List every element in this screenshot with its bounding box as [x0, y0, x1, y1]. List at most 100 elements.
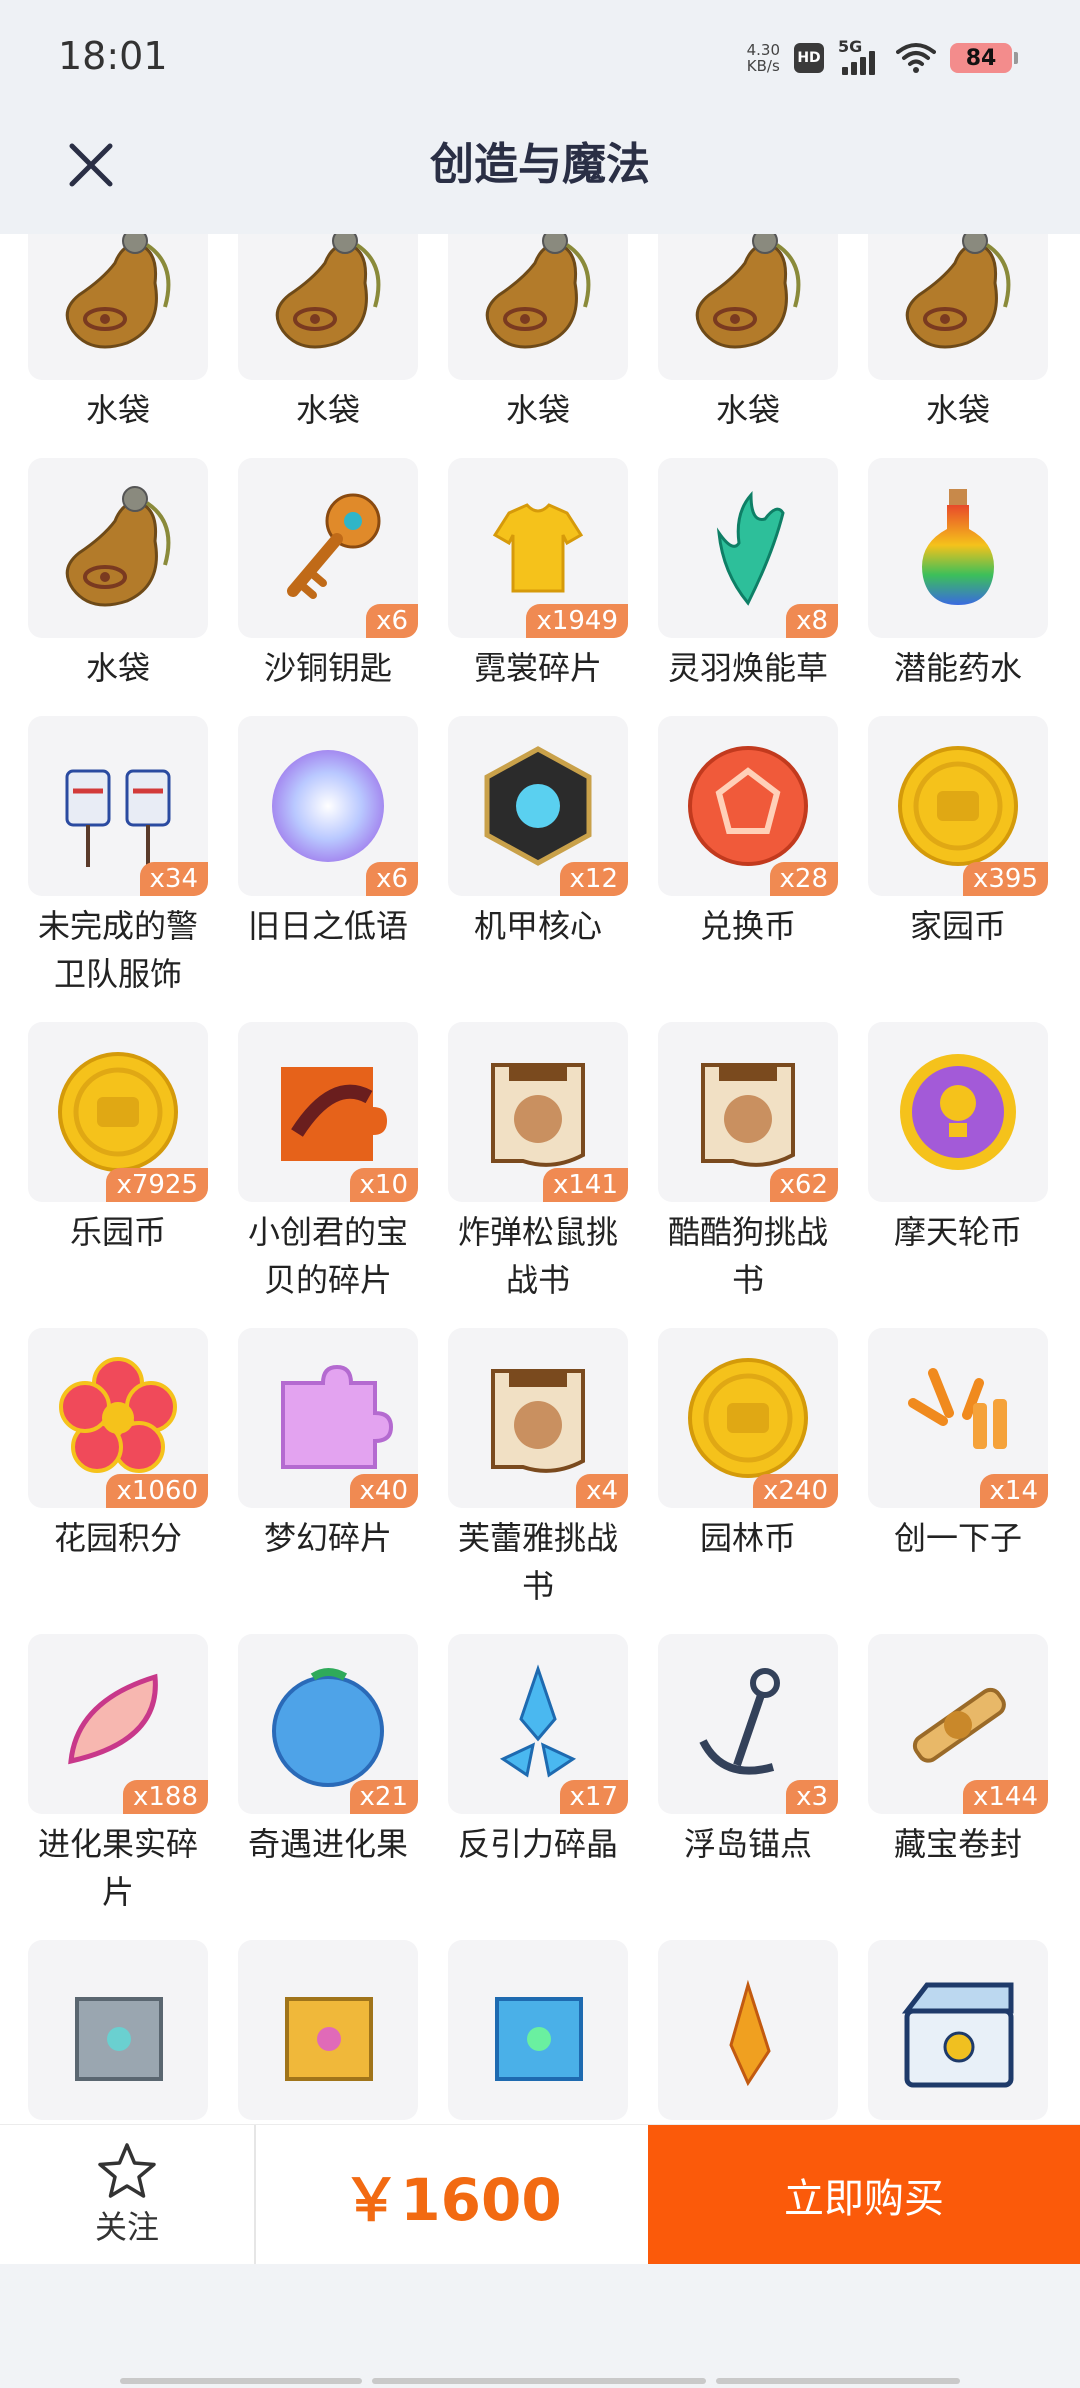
mech-core-icon [484, 746, 592, 866]
battery-icon: 84 [950, 43, 1018, 73]
item-quantity-badge: x144 [962, 1780, 1048, 1814]
nav-indicator [120, 2378, 362, 2384]
item-quantity-badge: x7925 [106, 1168, 208, 1202]
item-cell[interactable]: x8 灵羽焕能草 [658, 458, 838, 692]
item-tile: x6 [238, 716, 418, 896]
blue-fruit-icon [272, 1668, 384, 1787]
item-quantity-badge: x6 [366, 862, 418, 896]
gold-coin-icon [898, 746, 1018, 866]
item-tile [868, 234, 1048, 380]
item-cell[interactable]: x14 创一下子 [868, 1328, 1048, 1610]
item-cell[interactable]: 水袋 [238, 234, 418, 434]
item-name: 水袋 [505, 391, 570, 429]
status-bar: 18:01 4.30 KB/s HD 5G 84 [0, 0, 1080, 110]
outfit-icon [65, 769, 171, 867]
item-cell[interactable]: x7925 乐园币 [28, 1022, 208, 1304]
buy-now-button[interactable]: 立即购买 [648, 2125, 1080, 2265]
item-tile [658, 1940, 838, 2120]
item-tile: x144 [868, 1634, 1048, 1814]
page-title: 创造与魔法 [430, 139, 650, 190]
item-cell[interactable]: x6 旧日之低语 [238, 716, 418, 998]
item-quantity-badge: x17 [559, 1780, 628, 1814]
item-cell[interactable]: x28 兑换币 [658, 716, 838, 998]
item-quantity-badge: x12 [559, 862, 628, 896]
item-tile: x17 [448, 1634, 628, 1814]
item-name: 浮岛锚点 [683, 1825, 812, 1863]
status-icons: 4.30 KB/s HD 5G 84 [747, 36, 1018, 80]
item-cell[interactable]: x1060 花园积分 [28, 1328, 208, 1610]
item-cell[interactable]: 水袋 [868, 234, 1048, 434]
item-name: 园林币 [699, 1519, 796, 1557]
item-tile: x4 [448, 1328, 628, 1508]
item-cell[interactable]: 水袋 [28, 458, 208, 692]
item-name: 反引力碎晶 [457, 1825, 618, 1863]
water-bag-icon [695, 234, 801, 349]
item-cell[interactable]: x12 机甲核心 [448, 716, 628, 998]
item-tile: x240 [658, 1328, 838, 1508]
puzzle-art-icon [281, 1067, 387, 1161]
item-name: 兑换币 [699, 907, 796, 945]
gold-coin-icon [58, 1052, 178, 1172]
net-speed-value: 4.30 [746, 41, 780, 59]
item-tile [238, 1940, 418, 2120]
item-cell[interactable]: x17 反引力碎晶 [448, 1634, 628, 1916]
item-cell[interactable]: x1949 霓裳碎片 [448, 458, 628, 692]
item-name: 机甲核心 [473, 907, 602, 945]
item-cell[interactable]: 水袋 [448, 234, 628, 434]
item-cell[interactable] [238, 1940, 418, 2124]
item-name: 水袋 [715, 391, 780, 429]
item-tile [448, 234, 628, 380]
chest-icon [901, 1982, 1014, 2088]
item-grid: 水袋 水袋 水袋 水袋 水袋 水袋 x6 沙铜钥匙 x1949 霓裳碎片 x8 灵羽焕能草… [28, 234, 1052, 2124]
fruit-slice-icon [68, 1673, 158, 1765]
item-cell[interactable]: 摩天轮币 [868, 1022, 1048, 1304]
item-quantity-badge: x6 [366, 604, 418, 638]
item-tile: x1060 [28, 1328, 208, 1508]
orb-icon [272, 750, 384, 862]
item-cell[interactable]: x395 家园币 [868, 716, 1048, 998]
item-tile: x14 [868, 1328, 1048, 1508]
item-name: 家园币 [909, 907, 1006, 945]
signal-label: 5G [838, 37, 863, 56]
item-tile: x395 [868, 716, 1048, 896]
item-cell[interactable] [868, 1940, 1048, 2124]
item-quantity-badge: x4 [576, 1474, 628, 1508]
item-cell[interactable]: x21 奇遇进化果 [238, 1634, 418, 1916]
item-cell[interactable]: x144 藏宝卷封 [868, 1634, 1048, 1916]
item-grid-scroll[interactable]: 水袋 水袋 水袋 水袋 水袋 水袋 x6 沙铜钥匙 x1949 霓裳碎片 x8 灵羽焕能草… [0, 234, 1080, 2124]
wanted-scroll-icon [491, 1369, 585, 1473]
item-cell[interactable]: x4 芙蕾雅挑战书 [448, 1328, 628, 1610]
item-cell[interactable]: x141 炸弹松鼠挑战书 [448, 1022, 628, 1304]
item-cell[interactable] [28, 1940, 208, 2124]
item-quantity-badge: x188 [122, 1780, 208, 1814]
item-name: 水袋 [85, 391, 150, 429]
item-cell[interactable]: x3 浮岛锚点 [658, 1634, 838, 1916]
puzzle-pink-icon [281, 1364, 394, 1469]
item-cell[interactable]: x34 未完成的警卫队服饰 [28, 716, 208, 998]
item-tile: x10 [238, 1022, 418, 1202]
item-tile [28, 1940, 208, 2120]
water-bag-icon [65, 234, 171, 349]
item-cell[interactable]: x10 小创君的宝贝的碎片 [238, 1022, 418, 1304]
item-cell[interactable]: x62 酷酷狗挑战书 [658, 1022, 838, 1304]
item-cell[interactable]: x188 进化果实碎片 [28, 1634, 208, 1916]
item-tile [868, 1022, 1048, 1202]
item-name: 藏宝卷封 [893, 1825, 1022, 1863]
item-cell[interactable]: x6 沙铜钥匙 [238, 458, 418, 692]
item-tile [658, 234, 838, 380]
item-cell[interactable]: x240 园林币 [658, 1328, 838, 1610]
item-cell[interactable]: 潜能药水 [868, 458, 1048, 692]
key-icon [287, 493, 381, 599]
item-cell[interactable] [658, 1940, 838, 2124]
item-quantity-badge: x1949 [526, 604, 628, 638]
item-cell[interactable] [448, 1940, 628, 2124]
item-name: 未完成的警卫队服饰 [37, 907, 198, 993]
item-tile: x7925 [28, 1022, 208, 1202]
nav-indicator [716, 2378, 960, 2384]
item-cell[interactable]: 水袋 [658, 234, 838, 434]
item-tile: x21 [238, 1634, 418, 1814]
item-cell[interactable]: 水袋 [28, 234, 208, 434]
item-cell[interactable]: x40 梦幻碎片 [238, 1328, 418, 1610]
follow-button[interactable]: 关注 [0, 2125, 256, 2265]
item-name: 梦幻碎片 [263, 1519, 392, 1557]
